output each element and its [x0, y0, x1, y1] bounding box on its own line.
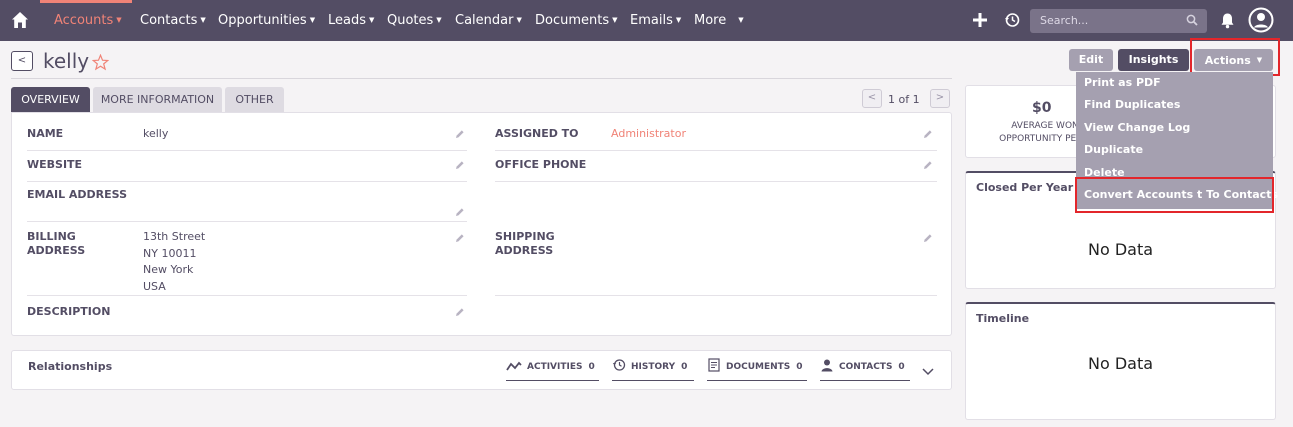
row-divider	[27, 181, 467, 182]
row-divider	[27, 150, 467, 151]
tab-other[interactable]: OTHER	[225, 87, 284, 112]
relationships-panel	[11, 350, 952, 390]
back-button[interactable]: <	[11, 51, 33, 71]
billing-address-value: 13th Street NY 10011 New York USA	[143, 230, 206, 293]
chevron-down-icon: ▼	[200, 16, 206, 24]
relationships-title: Relationships	[28, 360, 113, 373]
chevron-down-icon[interactable]	[921, 364, 935, 378]
row-divider	[495, 150, 937, 151]
pencil-icon[interactable]	[455, 233, 465, 243]
top-navigation-bar: Accounts ▼ Contacts ▼ Opportunities ▼ Leads…	[0, 0, 1293, 41]
timeline-title: Timeline	[976, 312, 1030, 325]
nav-tab-calendar[interactable]: Calendar ▼	[455, 13, 522, 28]
assigned-to-label: ASSIGNED TO	[495, 127, 579, 140]
billing-address-label: BILLING ADDRESS	[27, 230, 86, 257]
chevron-left-icon: <	[17, 55, 27, 66]
convert-highlight-box	[1075, 177, 1274, 213]
email-address-label: EMAIL ADDRESS	[27, 188, 128, 201]
nav-tab-more[interactable]: More ▼	[694, 13, 744, 28]
pencil-icon[interactable]	[455, 307, 465, 317]
row-divider	[27, 295, 467, 296]
nav-tab-emails[interactable]: Emails ▼	[630, 13, 681, 28]
history-clock-icon[interactable]	[1004, 12, 1020, 28]
chevron-down-icon: ▼	[369, 16, 375, 24]
menu-item-duplicate[interactable]: Duplicate	[1084, 143, 1143, 156]
chevron-down-icon: ▼	[309, 16, 316, 24]
nav-tab-quotes[interactable]: Quotes ▼	[387, 13, 442, 28]
plus-icon[interactable]	[972, 12, 988, 28]
chevron-down-icon: ▼	[436, 16, 442, 24]
activity-icon	[506, 361, 522, 371]
nav-tab-opportunities[interactable]: Opportunities ▼	[218, 13, 315, 28]
pencil-icon[interactable]	[923, 160, 933, 170]
insights-button[interactable]: Insights	[1118, 49, 1189, 71]
closed-per-year-no-data: No Data	[1088, 240, 1154, 259]
relationship-tab-activities[interactable]: ACTIVITIES 0	[506, 357, 599, 381]
chevron-right-icon: >	[935, 92, 945, 103]
chevron-down-icon: ▼	[738, 16, 744, 24]
search-placeholder: Search...	[1040, 14, 1089, 27]
header-divider	[11, 78, 952, 79]
shipping-address-label: SHIPPING ADDRESS	[495, 230, 555, 257]
nav-tab-contacts[interactable]: Contacts ▼	[140, 13, 206, 28]
timeline-no-data: No Data	[1088, 354, 1154, 373]
pagination-label: 1 of 1	[888, 93, 920, 106]
nav-tab-documents[interactable]: Documents ▼	[535, 13, 618, 28]
bell-icon[interactable]	[1219, 12, 1236, 29]
home-icon[interactable]	[11, 11, 29, 29]
chevron-left-icon: <	[867, 92, 877, 103]
pencil-icon[interactable]	[455, 129, 465, 139]
row-divider	[27, 221, 467, 222]
record-title: kelly	[43, 49, 90, 73]
assigned-to-link[interactable]: Administrator	[611, 126, 686, 143]
office-phone-label: OFFICE PHONE	[495, 158, 587, 171]
tab-overview[interactable]: OVERVIEW	[11, 87, 90, 112]
menu-item-find-duplicates[interactable]: Find Duplicates	[1084, 98, 1180, 111]
chevron-down-icon: ▼	[516, 16, 522, 24]
contact-icon	[821, 359, 833, 372]
nav-tab-accounts[interactable]: Accounts ▼	[54, 13, 122, 28]
search-icon[interactable]	[1186, 14, 1198, 26]
row-divider	[495, 181, 937, 182]
description-label: DESCRIPTION	[27, 305, 111, 318]
detail-panel	[11, 112, 952, 336]
closed-per-year-title: Closed Per Year	[976, 181, 1074, 194]
chevron-down-icon: ▼	[116, 16, 122, 24]
relationship-tab-history[interactable]: HISTORY 0	[612, 357, 694, 381]
pencil-icon[interactable]	[923, 129, 933, 139]
active-tab-indicator	[40, 0, 132, 3]
menu-item-print-pdf[interactable]: Print as PDF	[1084, 76, 1161, 89]
relationship-tab-documents[interactable]: DOCUMENTS 0	[707, 357, 807, 381]
name-value: kelly	[143, 127, 169, 140]
website-label: WEBSITE	[27, 158, 83, 171]
documents-icon	[708, 358, 720, 372]
average-won-value: $0	[1032, 100, 1052, 116]
pencil-icon[interactable]	[923, 233, 933, 243]
actions-highlight-box	[1190, 38, 1280, 76]
nav-tab-leads[interactable]: Leads ▼	[328, 13, 374, 28]
relationship-tab-contacts[interactable]: CONTACTS 0	[820, 357, 910, 381]
user-avatar-icon[interactable]	[1248, 7, 1274, 33]
prev-record-button[interactable]: <	[862, 89, 882, 108]
row-divider	[495, 295, 937, 296]
pencil-icon[interactable]	[455, 207, 465, 217]
name-label: NAME	[27, 127, 64, 140]
menu-item-view-change-log[interactable]: View Change Log	[1084, 121, 1190, 134]
chevron-down-icon: ▼	[612, 16, 618, 24]
history-icon	[612, 359, 626, 371]
next-record-button[interactable]: >	[930, 89, 950, 108]
pencil-icon[interactable]	[455, 160, 465, 170]
favorite-star-icon[interactable]	[92, 54, 109, 71]
edit-button[interactable]: Edit	[1069, 49, 1113, 71]
chevron-down-icon: ▼	[675, 16, 682, 24]
tab-more-information[interactable]: MORE INFORMATION	[93, 87, 222, 112]
